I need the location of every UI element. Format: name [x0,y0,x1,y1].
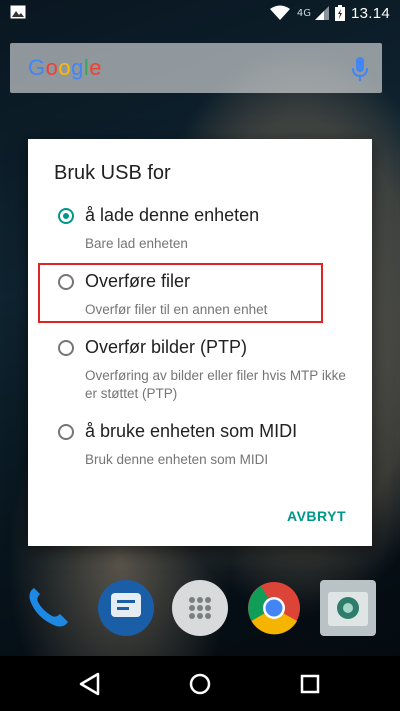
home-dock [0,580,400,650]
dialog-title: Bruk USB for [54,162,171,184]
signal-icon [314,6,329,20]
network-type: 4G [296,7,311,19]
recents-icon[interactable] [296,670,324,698]
radio-unselected[interactable] [58,340,74,356]
home-icon[interactable] [186,670,214,698]
wifi-icon [269,5,290,20]
battery-icon [334,5,345,21]
google-search-bar[interactable]: Google [10,43,382,93]
option-label: Overfør bilder (PTP) [85,337,248,357]
option-label: å bruke enheten som MIDI [85,421,298,441]
chrome-icon[interactable] [246,580,302,636]
back-icon[interactable] [76,670,104,698]
option-description: Bare lad enheten [85,236,188,251]
option-label: å lade denne enheten [85,205,260,225]
radio-selected[interactable] [58,208,74,224]
status-icons: 4G 13.14 [269,3,390,23]
status-bar: 4G 13.14 [0,0,400,26]
radio-unselected[interactable] [58,274,74,290]
image-icon [10,5,26,19]
option-description: Overføring av bilder eller filer hvis MT… [85,368,346,401]
usb-options-dialog: Bruk USB for å lade denne enheten Bare l… [28,139,372,546]
google-logo: Google [28,55,103,80]
navigation-bar [0,656,400,711]
radio-unselected[interactable] [58,424,74,440]
option-transfer-files[interactable]: Overføre filer Overfør filer til en anne… [46,271,356,323]
screen: 4G 13.14 Google Bruk USB for å lade denn… [0,0,400,711]
mic-icon[interactable] [352,57,368,81]
option-midi[interactable]: å bruke enheten som MIDI Bruk denne enhe… [46,421,356,473]
option-label: Overføre filer [85,271,191,291]
phone-icon[interactable] [20,580,76,636]
messages-icon[interactable] [98,580,154,636]
option-description: Overfør filer til en annen enhet [85,302,268,317]
camera-icon[interactable] [320,580,376,636]
option-charge[interactable]: å lade denne enheten Bare lad enheten [46,205,356,257]
cancel-button[interactable]: AVBRYT [287,508,346,524]
option-description: Bruk denne enheten som MIDI [85,452,269,467]
app-drawer-icon[interactable] [172,580,228,636]
clock: 13.14 [350,4,390,22]
option-transfer-photos[interactable]: Overfør bilder (PTP) Overføring av bilde… [46,337,356,407]
